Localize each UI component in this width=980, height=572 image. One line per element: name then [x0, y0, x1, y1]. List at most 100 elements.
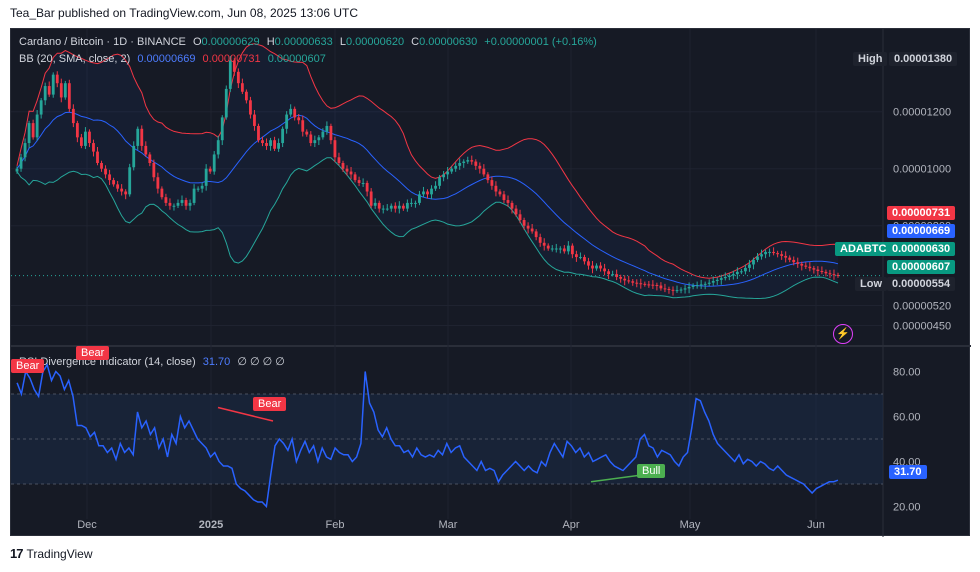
candle-body	[639, 283, 643, 285]
candle-body	[401, 205, 405, 209]
chart-svg[interactable]: 0.000012000.000010000.000008000.00000520…	[11, 29, 971, 537]
legend-rsi-value: 31.70	[202, 356, 231, 368]
candle-body	[683, 288, 687, 290]
candle-body	[731, 274, 735, 276]
candle-body	[27, 123, 31, 144]
candle-body	[748, 264, 751, 268]
candle-body	[301, 120, 305, 132]
candle-body	[385, 208, 389, 210]
time-tick-label: 2025	[199, 519, 223, 531]
candle-body	[796, 262, 800, 264]
bb-lower-tag: 0.00000607	[887, 260, 956, 274]
candle-body	[530, 228, 534, 232]
candle-body	[96, 151, 99, 163]
footer-brand: TradingView	[26, 546, 93, 561]
candle-body	[196, 188, 200, 190]
candle-body	[579, 257, 582, 259]
rsi-tick-label: 60.00	[893, 412, 921, 424]
candle-body	[108, 174, 111, 181]
candle-body	[297, 117, 301, 121]
bull-signal-1: Bull	[637, 464, 666, 478]
candle-body	[19, 157, 23, 169]
candle-body	[418, 194, 421, 203]
candle-body	[79, 137, 83, 146]
legend-rsi: RSI Divergence Indicator (14, close) 31.…	[19, 355, 289, 368]
legend-main: Cardano / Bitcoin · 1D · BINANCE O0.0000…	[19, 36, 601, 48]
candle-body	[249, 100, 252, 115]
candle-body	[587, 261, 590, 266]
candle-body	[257, 125, 260, 141]
candle-body	[643, 283, 647, 285]
bear-signal-2: Bear	[76, 346, 110, 360]
candle-body	[546, 245, 550, 249]
candle-body	[184, 200, 188, 206]
time-tick-label: Mar	[439, 519, 458, 531]
candle-body	[176, 202, 180, 206]
legend-high-label: H	[266, 36, 275, 48]
candle-body	[498, 191, 502, 195]
candle-body	[116, 184, 120, 189]
candle-body	[172, 205, 176, 207]
lightning-icon[interactable]: ⚡	[833, 324, 853, 344]
candle-body	[321, 131, 325, 138]
candle-body	[333, 140, 337, 158]
bear-signal-1: Bear	[11, 359, 45, 373]
candle-body	[764, 251, 767, 255]
candle-body	[804, 265, 808, 267]
candle-body	[659, 285, 663, 289]
candle-body	[784, 255, 788, 258]
candle-body	[200, 185, 204, 189]
candle-body	[675, 290, 679, 292]
candle-body	[514, 208, 518, 215]
bb-basis-tag: 0.00000669	[887, 224, 956, 238]
legend-bb-basis: 0.00000669	[137, 53, 196, 65]
candle-body	[438, 177, 441, 186]
candle-body	[285, 114, 289, 129]
candle-body	[75, 123, 79, 138]
candle-body	[100, 163, 103, 169]
candle-body	[719, 278, 723, 280]
candle-body	[474, 161, 478, 166]
candle-body	[240, 83, 244, 92]
candle-body	[168, 202, 172, 206]
candle-body	[739, 271, 743, 273]
candle-body	[619, 277, 623, 279]
candle-body	[607, 271, 611, 275]
candle-body	[409, 202, 413, 204]
candle-body	[691, 285, 695, 287]
candle-body	[120, 188, 124, 192]
candle-body	[570, 245, 574, 255]
candle-body	[599, 265, 602, 269]
candle-body	[510, 202, 514, 209]
candle-body	[15, 168, 19, 172]
candle-body	[152, 163, 156, 178]
candle-body	[92, 143, 95, 152]
candle-body	[699, 284, 703, 286]
candle-body	[812, 268, 816, 270]
candle-body	[71, 108, 75, 124]
legend-open: 0.00000629	[201, 36, 260, 48]
candle-body	[381, 208, 385, 210]
candle-body	[389, 205, 393, 209]
candle-body	[554, 248, 558, 250]
candle-body	[136, 128, 140, 146]
candle-body	[349, 171, 353, 175]
price-tick-label: 0.00000520	[893, 301, 951, 313]
candle-body	[112, 180, 116, 185]
chart-panel[interactable]: 0.000012000.000010000.000008000.00000520…	[10, 28, 971, 537]
candle-body	[144, 145, 148, 155]
candle-body	[583, 257, 586, 262]
candle-body	[39, 100, 43, 115]
rsi-tick-label: 80.00	[893, 367, 921, 379]
candle-body	[405, 202, 409, 209]
candle-body	[132, 145, 136, 168]
time-tick-label: Feb	[326, 519, 345, 531]
candle-body	[156, 177, 160, 189]
bear-signal-3: Bear	[253, 397, 287, 411]
candle-body	[550, 248, 554, 250]
candle-body	[88, 131, 91, 144]
footer: 17 TradingView	[10, 546, 93, 561]
candle-body	[772, 251, 776, 254]
candle-body	[216, 140, 220, 155]
high-tag-value: 0.00001380	[889, 52, 958, 66]
